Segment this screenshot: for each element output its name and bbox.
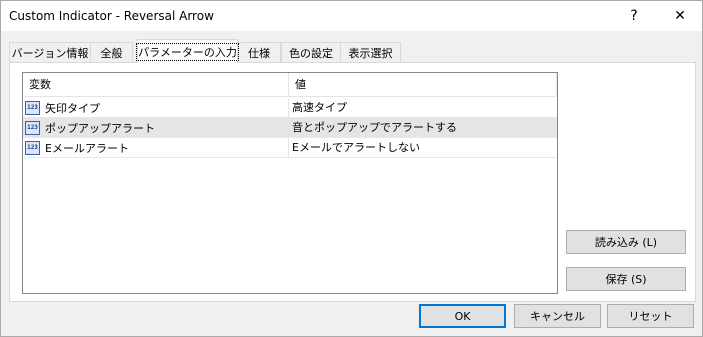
- variable-cell: 123 ポップアップアラート: [23, 118, 289, 138]
- variable-value[interactable]: 音とポップアップでアラートする: [289, 118, 557, 138]
- tab-color-settings[interactable]: 色の設定: [281, 42, 341, 62]
- help-button[interactable]: ?: [611, 1, 657, 31]
- table-row[interactable]: 123 ポップアップアラート 音とポップアップでアラートする: [23, 118, 557, 138]
- dialog-window: Custom Indicator - Reversal Arrow ? ✕ バー…: [0, 0, 703, 337]
- table-row[interactable]: 123 矢印タイプ 高速タイプ: [23, 98, 557, 118]
- table-row[interactable]: 123 Eメールアラート Eメールでアラートしない: [23, 138, 557, 158]
- tab-panel: 変数 値 123 矢印タイプ 高速タイプ 123 ポップアップアラート 音とポッ…: [9, 62, 696, 302]
- variable-name: ポップアップアラート: [45, 121, 155, 135]
- integer-type-icon: 123: [25, 121, 40, 135]
- tab-label: 全般: [100, 46, 123, 60]
- variable-name: Eメールアラート: [45, 141, 129, 155]
- window-title: Custom Indicator - Reversal Arrow: [9, 9, 214, 23]
- tab-display-selection[interactable]: 表示選択: [340, 42, 401, 62]
- tab-label: 表示選択: [348, 46, 393, 60]
- tab-specification[interactable]: 仕様: [237, 42, 281, 62]
- header-variable[interactable]: 変数: [23, 73, 289, 97]
- close-button[interactable]: ✕: [657, 1, 703, 31]
- header-value[interactable]: 値: [289, 73, 557, 97]
- tab-general[interactable]: 全般: [90, 42, 133, 62]
- variable-cell: 123 Eメールアラート: [23, 138, 289, 158]
- tab-label: パラメーターの入力: [136, 42, 239, 61]
- reset-button[interactable]: リセット: [607, 304, 694, 328]
- parameters-grid: 変数 値 123 矢印タイプ 高速タイプ 123 ポップアップアラート 音とポッ…: [22, 72, 558, 294]
- cancel-button[interactable]: キャンセル: [514, 304, 601, 328]
- integer-type-icon: 123: [25, 101, 40, 115]
- variable-cell: 123 矢印タイプ: [23, 98, 289, 118]
- title-bar: Custom Indicator - Reversal Arrow ? ✕: [1, 1, 702, 31]
- variable-value[interactable]: 高速タイプ: [289, 98, 557, 118]
- load-button[interactable]: 読み込み (L): [566, 230, 686, 254]
- variable-value[interactable]: Eメールでアラートしない: [289, 138, 557, 158]
- ok-button[interactable]: OK: [419, 304, 506, 328]
- tab-input-parameters[interactable]: パラメーターの入力: [136, 39, 239, 63]
- save-button[interactable]: 保存 (S): [566, 267, 686, 291]
- tab-version-info[interactable]: バージョン情報: [9, 42, 91, 62]
- variable-name: 矢印タイプ: [45, 101, 100, 115]
- grid-header: 変数 値: [23, 73, 557, 97]
- tab-label: 色の設定: [289, 46, 333, 60]
- tab-label: 仕様: [248, 46, 270, 60]
- tab-label: バージョン情報: [11, 46, 89, 60]
- integer-type-icon: 123: [25, 141, 40, 155]
